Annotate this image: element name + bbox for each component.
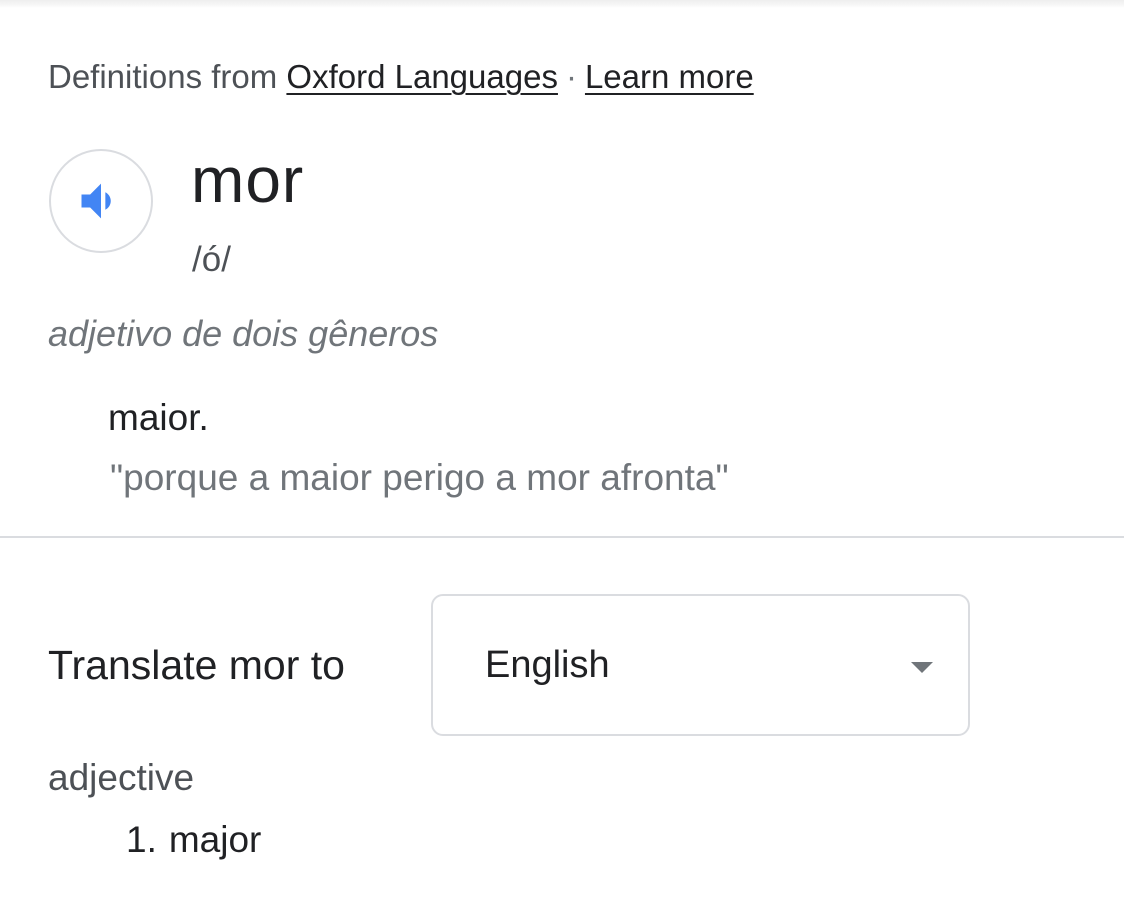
phonetic-spelling: /ó/ (192, 240, 231, 279)
translation-part-of-speech: adjective (48, 757, 195, 798)
translate-label: Translate mor to (48, 642, 345, 688)
target-language-select[interactable]: English (431, 594, 970, 736)
source-prefix: Definitions from (48, 58, 278, 95)
top-divider (0, 0, 1124, 8)
section-divider (0, 536, 1124, 538)
learn-more-link[interactable]: Learn more (585, 58, 754, 95)
source-separator: · (565, 58, 577, 95)
part-of-speech: adjetivo de dois gêneros (48, 313, 439, 354)
dictionary-source: Definitions from Oxford Languages · Learn … (48, 56, 754, 98)
translation-result: 1. major (126, 818, 261, 862)
selected-language: English (485, 644, 610, 686)
translation-text: major (168, 819, 262, 860)
definition-example: "porque a maior perigo a mor afronta" (110, 457, 729, 498)
pronunciation-audio-button[interactable] (49, 149, 153, 253)
caret-down-icon (911, 662, 933, 673)
definition-text: maior. (108, 397, 209, 438)
translation-number: 1. (126, 819, 157, 860)
oxford-languages-link[interactable]: Oxford Languages (286, 58, 558, 95)
headword: mor (191, 144, 305, 216)
speaker-icon (81, 183, 111, 219)
